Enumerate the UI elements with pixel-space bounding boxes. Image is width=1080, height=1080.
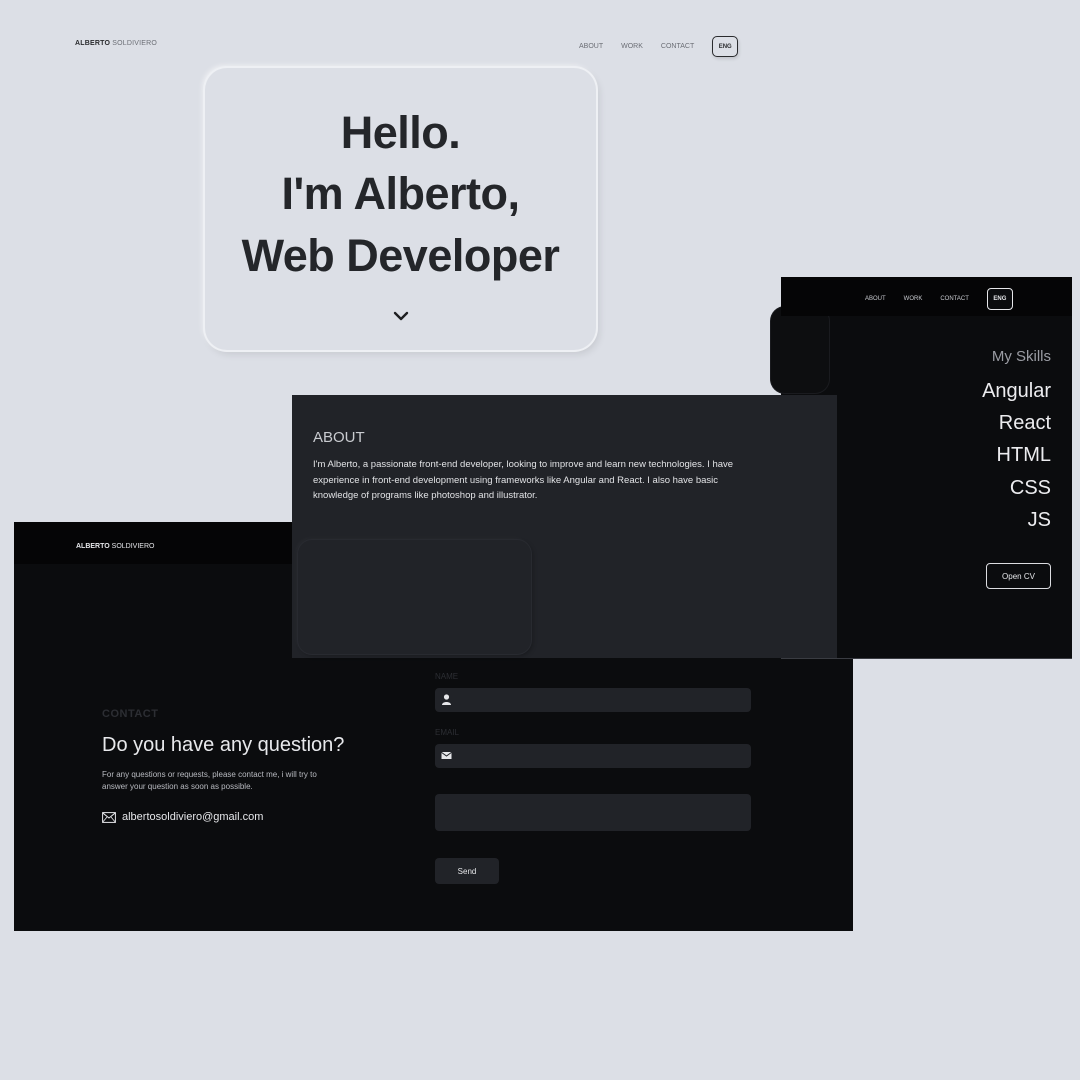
nav-about-link[interactable]: ABOUT	[865, 289, 886, 310]
chevron-down-icon[interactable]	[393, 308, 409, 324]
skills-title: My Skills	[991, 348, 1051, 365]
card-edge	[771, 307, 829, 393]
contact-email-text: albertosoldiviero@gmail.com	[122, 811, 264, 823]
language-button[interactable]: ENG	[712, 36, 739, 57]
about-card	[298, 540, 531, 654]
contact-kicker: CONTACT	[102, 708, 159, 720]
email-field[interactable]	[435, 744, 751, 768]
message-textarea[interactable]	[435, 794, 751, 831]
hero-role: Web Developer	[241, 230, 560, 281]
brand-logo[interactable]: ALBERTO SOLDIVIERO	[76, 543, 154, 550]
language-button[interactable]: ENG	[986, 288, 1013, 310]
email-field-label: EMAIL	[435, 728, 460, 737]
nav-contact-link[interactable]: CONTACT	[661, 39, 694, 55]
envelope-icon	[441, 751, 452, 759]
about-text: I'm Alberto, a passionate front-end deve…	[313, 459, 734, 501]
open-cv-button[interactable]: Open CV	[986, 563, 1051, 589]
contact-subtitle: For any questions or requests, please co…	[102, 770, 317, 791]
about-window: ABOUT I'm Alberto, a passionate front-en…	[292, 395, 837, 658]
skill-item: Angular	[982, 380, 1051, 402]
send-button[interactable]: Send	[435, 858, 499, 884]
about-title: ABOUT	[313, 429, 365, 446]
brand-first-name: ALBERTO	[76, 543, 110, 550]
nav-work-link[interactable]: WORK	[904, 289, 923, 310]
nav-work-link[interactable]: WORK	[621, 39, 643, 55]
name-field-label: NAME	[435, 672, 459, 681]
skill-item: HTML	[996, 444, 1051, 466]
hero-greeting: Hello.	[340, 107, 461, 158]
mail-icon	[102, 811, 116, 823]
nav-about-link[interactable]: ABOUT	[579, 39, 603, 55]
user-icon	[442, 694, 451, 705]
nav-contact-link[interactable]: CONTACT	[940, 289, 969, 310]
skill-item: CSS	[1009, 477, 1051, 499]
top-nav: ABOUT WORK CONTACT ENG	[579, 36, 739, 57]
brand-last-name: SOLDIVIERO	[111, 543, 155, 550]
contact-email-link[interactable]: albertosoldiviero@gmail.com	[102, 811, 263, 823]
skills-header: ABOUT WORK CONTACT ENG	[781, 277, 1072, 316]
name-field[interactable]	[435, 688, 751, 712]
hero-card: Hello. I'm Alberto, Web Developer	[205, 68, 596, 350]
brand-first-name: ALBERTO	[75, 40, 111, 47]
contact-title: Do you have any question?	[102, 734, 345, 756]
brand-logo[interactable]: ALBERTO SOLDIVIERO	[75, 40, 157, 47]
skill-item: JS	[1027, 509, 1051, 531]
brand-last-name: SOLDIVIERO	[112, 40, 158, 47]
top-nav: ABOUT WORK CONTACT ENG	[865, 288, 1013, 310]
hero-name: I'm Alberto,	[281, 168, 520, 219]
skill-item: React	[998, 412, 1051, 434]
